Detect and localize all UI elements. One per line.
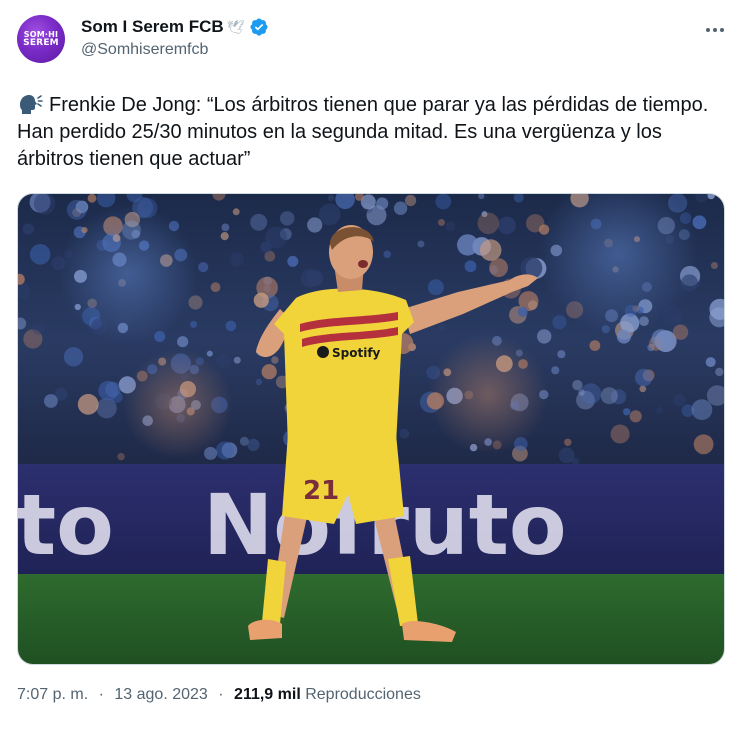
board-text-left: to [18,476,114,574]
views-count[interactable]: 211,9 mil [234,686,301,703]
avatar[interactable]: SOM·HI SEREM [17,15,65,63]
views-label: Reproducciones [305,686,421,703]
player-number: 21 [303,476,339,506]
tweet-text-content: Frenkie De Jong: “Los árbitros tienen qu… [17,94,709,170]
author-name-row[interactable]: Som I Serem FCB 🕊 [81,17,269,37]
meta-separator: · [98,686,104,703]
dove-emoji: 🕊 [226,18,245,35]
more-options-button[interactable] [701,16,729,44]
tweet-photo[interactable]: to Nofruto 21 [17,193,725,665]
author-handle[interactable]: @Somhiseremfcb [81,41,208,59]
sponsor-logo: Spotify [332,346,381,360]
more-dot [720,28,724,32]
more-dot [713,28,717,32]
more-dot [706,28,710,32]
avatar-text-line2: SEREM [23,38,59,48]
player-photo-illustration: to Nofruto 21 [18,194,724,664]
meta-separator: · [218,686,224,703]
verified-badge-icon[interactable] [249,17,269,37]
speaking-head-icon [20,95,43,114]
tweet-time[interactable]: 7:07 p. m. [17,686,88,703]
tweet-meta: 7:07 p. m. · 13 ago. 2023 · 211,9 mil Re… [17,686,421,704]
tweet-date[interactable]: 13 ago. 2023 [114,686,207,703]
tweet-text: Frenkie De Jong: “Los árbitros tienen qu… [17,92,722,173]
display-name[interactable]: Som I Serem FCB [81,17,224,37]
tweet-card: SOM·HI SEREM Som I Serem FCB 🕊 @Somhiser… [0,0,743,730]
